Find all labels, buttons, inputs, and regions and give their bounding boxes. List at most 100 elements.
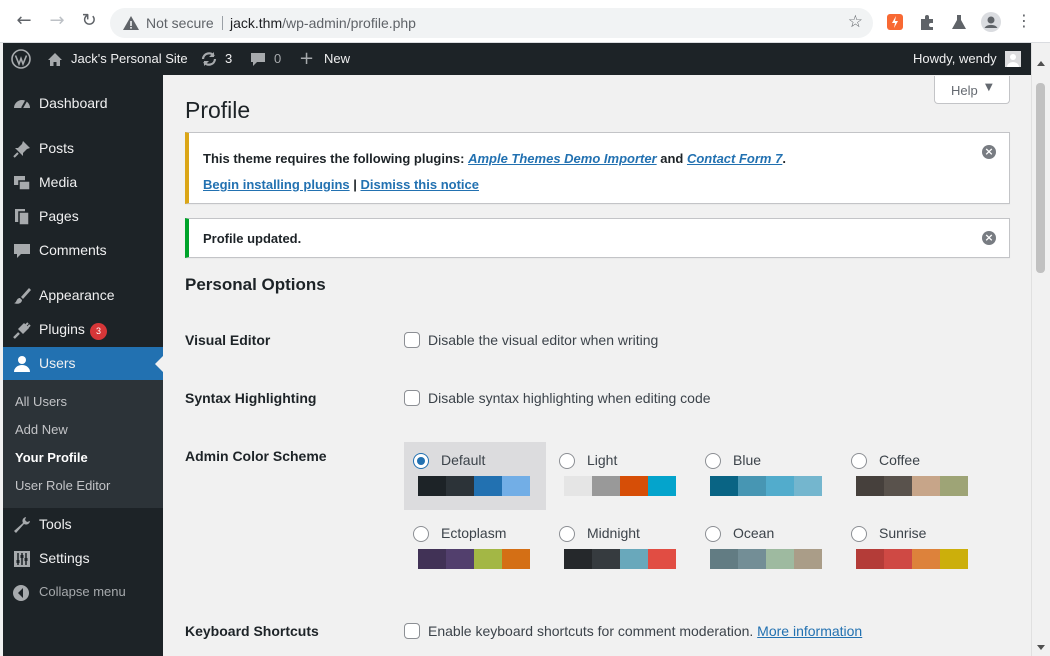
- wordpress-logo-icon[interactable]: [11, 49, 31, 69]
- color-swatches: [856, 476, 968, 496]
- visual-editor-checkbox[interactable]: [404, 332, 420, 348]
- color-scheme-option[interactable]: Sunrise: [842, 515, 984, 583]
- dismiss-close-icon[interactable]: ×: [982, 145, 996, 159]
- submenu-your-profile[interactable]: Your Profile: [15, 450, 88, 465]
- color-scheme-radio[interactable]: [559, 453, 575, 469]
- extension-brave-icon[interactable]: [886, 13, 904, 31]
- user-avatar-icon[interactable]: [1005, 51, 1021, 67]
- color-swatch: [474, 549, 502, 569]
- menu-label: Media: [39, 174, 78, 190]
- help-tab-button[interactable]: Help ▼: [934, 76, 1010, 104]
- back-icon[interactable]: ←: [13, 10, 35, 32]
- color-swatches: [418, 476, 530, 496]
- reload-icon[interactable]: ↻: [78, 10, 100, 32]
- plugin-link-ample[interactable]: Ample Themes Demo Importer: [468, 151, 657, 166]
- color-scheme-option[interactable]: Ectoplasm: [404, 515, 546, 583]
- scroll-down-arrow-icon[interactable]: [1037, 645, 1045, 650]
- color-scheme-name: Midnight: [587, 525, 640, 541]
- comment-bubble-icon[interactable]: [250, 52, 266, 67]
- menu-plugins[interactable]: Plugins 3: [3, 313, 163, 347]
- scroll-up-arrow-icon[interactable]: [1037, 61, 1045, 66]
- menu-label: Comments: [39, 242, 107, 258]
- dismiss-notice-link[interactable]: Dismiss this notice: [361, 177, 479, 192]
- profile-avatar-icon[interactable]: [981, 12, 1001, 32]
- submenu-user-role-editor[interactable]: User Role Editor: [15, 478, 110, 493]
- visual-editor-option[interactable]: Disable the visual editor when writing: [404, 332, 658, 348]
- color-scheme-radio[interactable]: [413, 526, 429, 542]
- howdy-user[interactable]: Howdy, wendy: [913, 43, 997, 75]
- bookmark-star-icon[interactable]: ☆: [848, 12, 863, 32]
- color-swatch: [912, 476, 940, 496]
- color-scheme-radio[interactable]: [559, 526, 575, 542]
- lab-flask-icon[interactable]: [950, 13, 968, 31]
- plugin-required-notice: This theme requires the following plugin…: [185, 132, 1010, 204]
- notice-actions: Begin installing plugins | Dismiss this …: [203, 177, 479, 192]
- color-swatch: [710, 549, 738, 569]
- updates-icon[interactable]: [200, 51, 218, 67]
- extensions-puzzle-icon[interactable]: [918, 13, 936, 31]
- plus-icon[interactable]: +: [299, 43, 314, 75]
- color-scheme-radio[interactable]: [413, 453, 429, 469]
- color-swatches: [856, 549, 968, 569]
- notice-separator: |: [349, 177, 361, 192]
- menu-settings[interactable]: Settings: [3, 542, 163, 576]
- comments-count[interactable]: 0: [274, 43, 281, 75]
- color-swatch: [738, 549, 766, 569]
- keyboard-shortcuts-checkbox[interactable]: [404, 623, 420, 639]
- submenu-add-new[interactable]: Add New: [15, 422, 68, 437]
- menu-appearance[interactable]: Appearance: [3, 279, 163, 313]
- notice-prefix: This theme requires the following plugin…: [203, 151, 469, 166]
- notice-message: This theme requires the following plugin…: [203, 151, 786, 166]
- notice-suffix: .: [782, 151, 786, 166]
- forward-icon[interactable]: →: [46, 10, 68, 32]
- menu-label: Users: [39, 355, 76, 371]
- syntax-highlighting-option[interactable]: Disable syntax highlighting when editing…: [404, 390, 711, 406]
- menu-label: Appearance: [39, 287, 115, 303]
- plug-icon: [13, 322, 31, 339]
- menu-posts[interactable]: Posts: [3, 132, 163, 166]
- color-scheme-radio[interactable]: [705, 453, 721, 469]
- color-scheme-option[interactable]: Default: [404, 442, 546, 510]
- color-scheme-option[interactable]: Coffee: [842, 442, 984, 510]
- home-icon[interactable]: [47, 52, 63, 67]
- menu-media[interactable]: Media: [3, 166, 163, 200]
- color-scheme-radio[interactable]: [851, 453, 867, 469]
- menu-tools[interactable]: Tools: [3, 508, 163, 542]
- keyboard-shortcuts-label: Keyboard Shortcuts: [185, 623, 319, 639]
- color-swatches: [564, 549, 676, 569]
- updates-count[interactable]: 3: [225, 43, 232, 75]
- color-swatch: [418, 476, 446, 496]
- color-scheme-radio[interactable]: [851, 526, 867, 542]
- color-scheme-option[interactable]: Midnight: [550, 515, 692, 583]
- color-swatch: [620, 476, 648, 496]
- color-scheme-radio[interactable]: [705, 526, 721, 542]
- color-scheme-option[interactable]: Light: [550, 442, 692, 510]
- page-scrollbar[interactable]: [1031, 43, 1050, 656]
- url-text[interactable]: jack.thm/wp-admin/profile.php: [230, 15, 416, 31]
- begin-installing-link[interactable]: Begin installing plugins: [203, 177, 350, 192]
- profile-updated-notice: Profile updated. ×: [185, 218, 1010, 258]
- security-label[interactable]: Not secure: [146, 15, 214, 31]
- dismiss-close-icon[interactable]: ×: [982, 231, 996, 245]
- menu-dashboard[interactable]: Dashboard: [3, 87, 163, 121]
- plugin-link-contact-form[interactable]: Contact Form 7: [687, 151, 782, 166]
- color-swatches: [710, 549, 822, 569]
- color-scheme-name: Light: [587, 452, 618, 468]
- menu-comments[interactable]: Comments: [3, 234, 163, 268]
- address-bar[interactable]: Not secure jack.thm/wp-admin/profile.php…: [110, 8, 873, 38]
- menu-users[interactable]: Users: [3, 347, 163, 381]
- new-content-link[interactable]: New: [324, 43, 350, 75]
- collapse-menu-button[interactable]: Collapse menu: [3, 576, 163, 610]
- color-scheme-option[interactable]: Blue: [696, 442, 838, 510]
- warning-icon[interactable]: [122, 14, 140, 32]
- site-name-link[interactable]: Jack's Personal Site: [71, 43, 188, 75]
- color-scheme-option[interactable]: Ocean: [696, 515, 838, 583]
- submenu-all-users[interactable]: All Users: [15, 394, 67, 409]
- keyboard-shortcuts-option[interactable]: Enable keyboard shortcuts for comment mo…: [404, 623, 862, 639]
- pages-icon: [15, 209, 30, 226]
- browser-menu-icon[interactable]: ⋮: [1013, 10, 1035, 32]
- menu-pages[interactable]: Pages: [3, 200, 163, 234]
- syntax-highlighting-checkbox[interactable]: [404, 390, 420, 406]
- scroll-thumb[interactable]: [1036, 83, 1045, 273]
- more-information-link[interactable]: More information: [757, 623, 862, 639]
